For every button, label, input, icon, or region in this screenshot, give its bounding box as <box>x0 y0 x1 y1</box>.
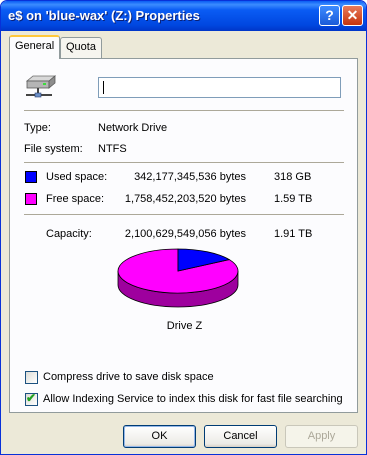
properties-window: e$ on 'blue-wax' (Z:) Properties ? ✕ Gen… <box>0 0 367 455</box>
tab-general-label: General <box>15 40 55 52</box>
file-system-value: NTFS <box>98 143 127 155</box>
used-space-size: 318 GB <box>274 171 312 183</box>
disk-usage-pie <box>117 248 239 308</box>
general-panel: Type: Network Drive File system: NTFS Us… <box>9 58 358 413</box>
checkmark-icon: ✔ <box>26 391 37 405</box>
text-cursor <box>103 81 104 94</box>
cancel-button[interactable]: Cancel <box>204 425 277 448</box>
close-icon: ✕ <box>346 7 359 23</box>
tab-general[interactable]: General <box>9 35 60 59</box>
free-space-swatch <box>25 193 37 205</box>
index-checkbox[interactable]: ✔ <box>25 391 38 406</box>
free-space-label: Free space: <box>46 193 105 205</box>
used-space-swatch <box>25 171 37 183</box>
free-space-size: 1.59 TB <box>274 193 313 205</box>
drive-caption: Drive Z <box>166 320 203 332</box>
help-icon: ? <box>325 7 334 23</box>
index-label[interactable]: Allow Indexing Service to index this dis… <box>43 393 343 405</box>
tab-quota-label: Quota <box>66 41 96 53</box>
network-drive-icon <box>25 75 57 98</box>
separator-capacity <box>24 214 344 215</box>
tab-quota[interactable]: Quota <box>60 37 102 58</box>
used-space-label: Used space: <box>46 171 108 183</box>
capacity-size: 1.91 TB <box>274 228 313 240</box>
type-label: Type: <box>24 122 51 134</box>
capacity-label: Capacity: <box>46 228 92 240</box>
file-system-label: File system: <box>24 143 83 155</box>
used-space-bytes: 342,177,345,536 bytes <box>134 171 246 183</box>
type-value: Network Drive <box>98 122 168 134</box>
drive-label-input[interactable] <box>98 77 341 98</box>
title-bar[interactable]: e$ on 'blue-wax' (Z:) Properties ? ✕ <box>1 1 366 31</box>
compress-checkbox[interactable] <box>25 371 38 384</box>
capacity-bytes: 2,100,629,549,056 bytes <box>124 228 246 240</box>
free-space-bytes: 1,758,452,203,520 bytes <box>124 193 246 205</box>
window-title: e$ on 'blue-wax' (Z:) Properties <box>8 8 200 23</box>
help-button[interactable]: ? <box>319 5 340 26</box>
compress-label[interactable]: Compress drive to save disk space <box>43 371 214 383</box>
close-button[interactable]: ✕ <box>342 5 363 26</box>
separator-top <box>24 110 344 111</box>
ok-button[interactable]: OK <box>123 425 196 448</box>
separator-middle <box>24 162 344 163</box>
apply-button[interactable]: Apply <box>285 425 358 448</box>
